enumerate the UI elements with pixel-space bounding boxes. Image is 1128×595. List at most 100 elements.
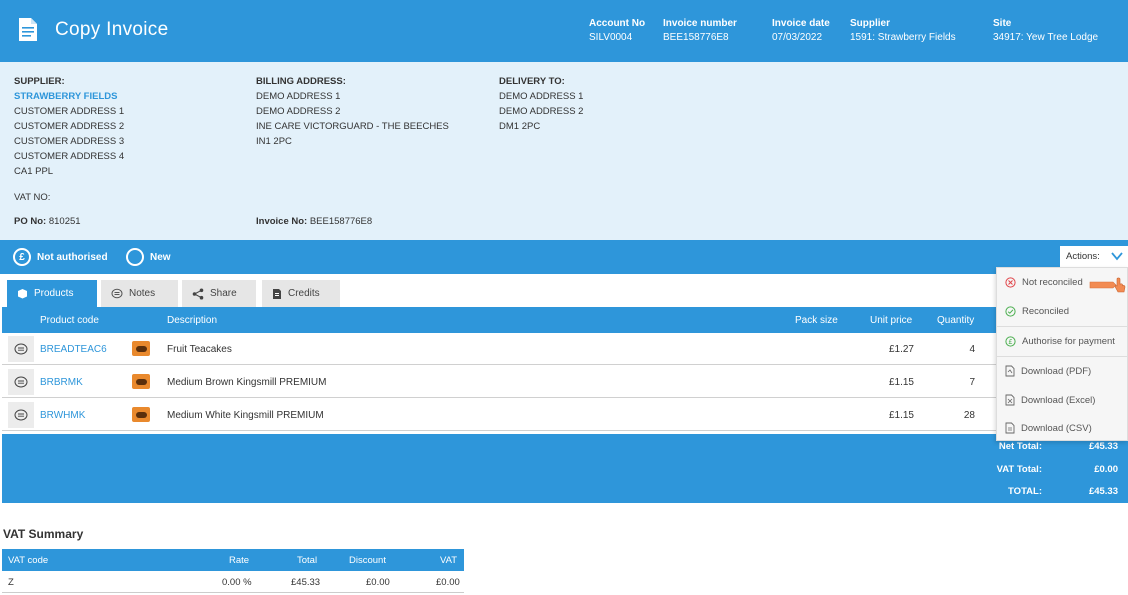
- menu-item-download-pdf[interactable]: Download (PDF): [997, 357, 1127, 385]
- column-description[interactable]: Description: [167, 315, 217, 326]
- supplier-label: Supplier: [850, 18, 891, 29]
- product-code-link[interactable]: BRBRMK: [40, 377, 83, 388]
- products-table-header: Product code Description Pack size Unit …: [2, 307, 1128, 333]
- tab-share[interactable]: Share: [182, 280, 256, 307]
- billing-address-line: DEMO ADDRESS 1: [256, 91, 341, 102]
- speech-bubble-icon: [14, 409, 28, 420]
- vat-summary-title: VAT Summary: [3, 527, 84, 541]
- comment-button[interactable]: [8, 402, 34, 428]
- delivery-address-line: DEMO ADDRESS 2: [499, 106, 584, 117]
- supplier-value: 1591: Strawberry Fields: [850, 32, 956, 43]
- pdf-file-icon: [1005, 365, 1015, 377]
- tab-credits-label: Credits: [288, 288, 320, 299]
- vat-column-discount: Discount: [349, 555, 386, 566]
- vat-discount: £0.00: [366, 577, 390, 588]
- menu-item-label: Not reconciled: [1022, 276, 1083, 288]
- supplier-heading: SUPPLIER:: [14, 76, 65, 87]
- check-circle-icon: [1005, 305, 1016, 317]
- billing-address-line: INE CARE VICTORGUARD - THE BEECHES: [256, 121, 449, 132]
- product-code-link[interactable]: BREADTEAC6: [40, 344, 107, 355]
- site-label: Site: [993, 18, 1012, 29]
- pound-circle-icon: £: [13, 248, 31, 266]
- menu-item-download-csv[interactable]: Download (CSV): [997, 414, 1127, 442]
- net-total-label: Net Total:: [998, 441, 1042, 452]
- tab-notes-label: Notes: [129, 288, 156, 299]
- menu-item-label: Download (CSV): [1021, 422, 1092, 434]
- tab-bar: Products Notes Share Credits: [0, 274, 1128, 307]
- table-row: BRBRMK Medium Brown Kingsmill PREMIUM £1…: [2, 366, 1128, 398]
- page-title: Copy Invoice: [55, 19, 169, 40]
- menu-item-label: Download (PDF): [1021, 365, 1092, 377]
- tab-products-label: Products: [34, 288, 74, 299]
- delivery-heading: DELIVERY TO:: [499, 76, 565, 87]
- workflow-status-label: New: [150, 251, 171, 263]
- excel-file-icon: [1005, 394, 1015, 406]
- tab-credits[interactable]: Credits: [262, 280, 340, 307]
- site-value: 34917: Yew Tree Lodge: [993, 32, 1099, 43]
- account-no-value: SILV0004: [589, 32, 633, 43]
- quantity: 4: [969, 344, 975, 355]
- vat-amount: £0.00: [436, 577, 460, 588]
- account-no: Account No SILV0004: [589, 17, 645, 45]
- credits-document-icon: [273, 288, 281, 299]
- supplier-address-line: CUSTOMER ADDRESS 3: [14, 136, 125, 147]
- invoice-no-label: Invoice No:: [256, 216, 308, 227]
- table-row: BRWHMK Medium White Kingsmill PREMIUM £1…: [2, 399, 1128, 431]
- speech-bubble-icon: [14, 376, 28, 387]
- supplier-name-link[interactable]: STRAWBERRY FIELDS: [14, 89, 124, 104]
- invoice-number: Invoice number BEE158776E8: [663, 17, 737, 45]
- speech-bubble-icon: [111, 288, 123, 298]
- unit-price: £1.27: [888, 344, 914, 355]
- actions-button[interactable]: Actions:: [1060, 246, 1128, 268]
- bread-icon: [132, 407, 150, 422]
- vat-summary-header: VAT code Rate Total Discount VAT: [2, 549, 464, 571]
- vat-rate: 0.00 %: [222, 577, 252, 588]
- column-unit-price[interactable]: Unit price: [870, 315, 912, 326]
- chevron-down-icon: [1111, 252, 1123, 261]
- menu-item-label: Download (Excel): [1021, 394, 1096, 406]
- menu-item-label: Reconciled: [1022, 305, 1069, 317]
- totals-panel: Net Total: £45.33 VAT Total: £0.00 TOTAL…: [2, 434, 1128, 503]
- column-product-code[interactable]: Product code: [40, 315, 99, 326]
- authorisation-status: £ Not authorised: [13, 248, 108, 266]
- invoice-no: Invoice No: BEE158776E8: [256, 216, 372, 227]
- table-row: BREADTEAC6 Fruit Teacakes £1.27 4: [2, 333, 1128, 365]
- invoice-date: Invoice date 07/03/2022: [772, 17, 830, 45]
- box-icon: [18, 289, 27, 299]
- product-code-link[interactable]: BRWHMK: [40, 410, 85, 421]
- billing-address-line: DEMO ADDRESS 2: [256, 106, 341, 117]
- x-circle-icon: [1005, 276, 1016, 288]
- vat-total: £45.33: [291, 577, 321, 588]
- po-no-value: 810251: [48, 216, 81, 227]
- po-no: PO No: 810251: [14, 216, 81, 227]
- status-bar: £ Not authorised New: [0, 240, 1128, 274]
- tab-share-label: Share: [210, 288, 237, 299]
- tab-notes[interactable]: Notes: [101, 280, 178, 307]
- delivery-address-line: DEMO ADDRESS 1: [499, 91, 584, 102]
- speech-bubble-icon: [14, 343, 28, 354]
- product-description: Medium White Kingsmill PREMIUM: [167, 410, 324, 421]
- tab-products[interactable]: Products: [7, 280, 97, 307]
- menu-item-authorise[interactable]: £ Authorise for payment: [997, 327, 1127, 355]
- actions-label: Actions:: [1066, 251, 1100, 262]
- menu-item-download-excel[interactable]: Download (Excel): [997, 386, 1127, 414]
- menu-item-reconciled[interactable]: Reconciled: [997, 297, 1127, 325]
- supplier-address-line: CUSTOMER ADDRESS 2: [14, 121, 125, 132]
- comment-button[interactable]: [8, 336, 34, 362]
- vat-total-value: £0.00: [1094, 464, 1118, 475]
- supplier-address-line: CUSTOMER ADDRESS 1: [14, 106, 125, 117]
- vat-code: Z: [8, 577, 14, 588]
- invoice-date-value: 07/03/2022: [772, 32, 823, 43]
- address-panel: SUPPLIER: STRAWBERRY FIELDS CUSTOMER ADD…: [0, 62, 1128, 240]
- circle-icon: [126, 248, 144, 266]
- menu-item-label: Authorise for payment: [1022, 335, 1115, 347]
- unit-price: £1.15: [888, 377, 914, 388]
- supplier-address-line: CA1 PPL: [14, 166, 54, 177]
- supplier-address: SUPPLIER: STRAWBERRY FIELDS CUSTOMER ADD…: [14, 74, 124, 179]
- column-quantity[interactable]: Quantity: [937, 315, 974, 326]
- column-pack-size[interactable]: Pack size: [795, 315, 838, 326]
- billing-address-line: IN1 2PC: [256, 136, 292, 147]
- product-description: Fruit Teacakes: [167, 344, 232, 355]
- comment-button[interactable]: [8, 369, 34, 395]
- document-icon: [19, 18, 37, 41]
